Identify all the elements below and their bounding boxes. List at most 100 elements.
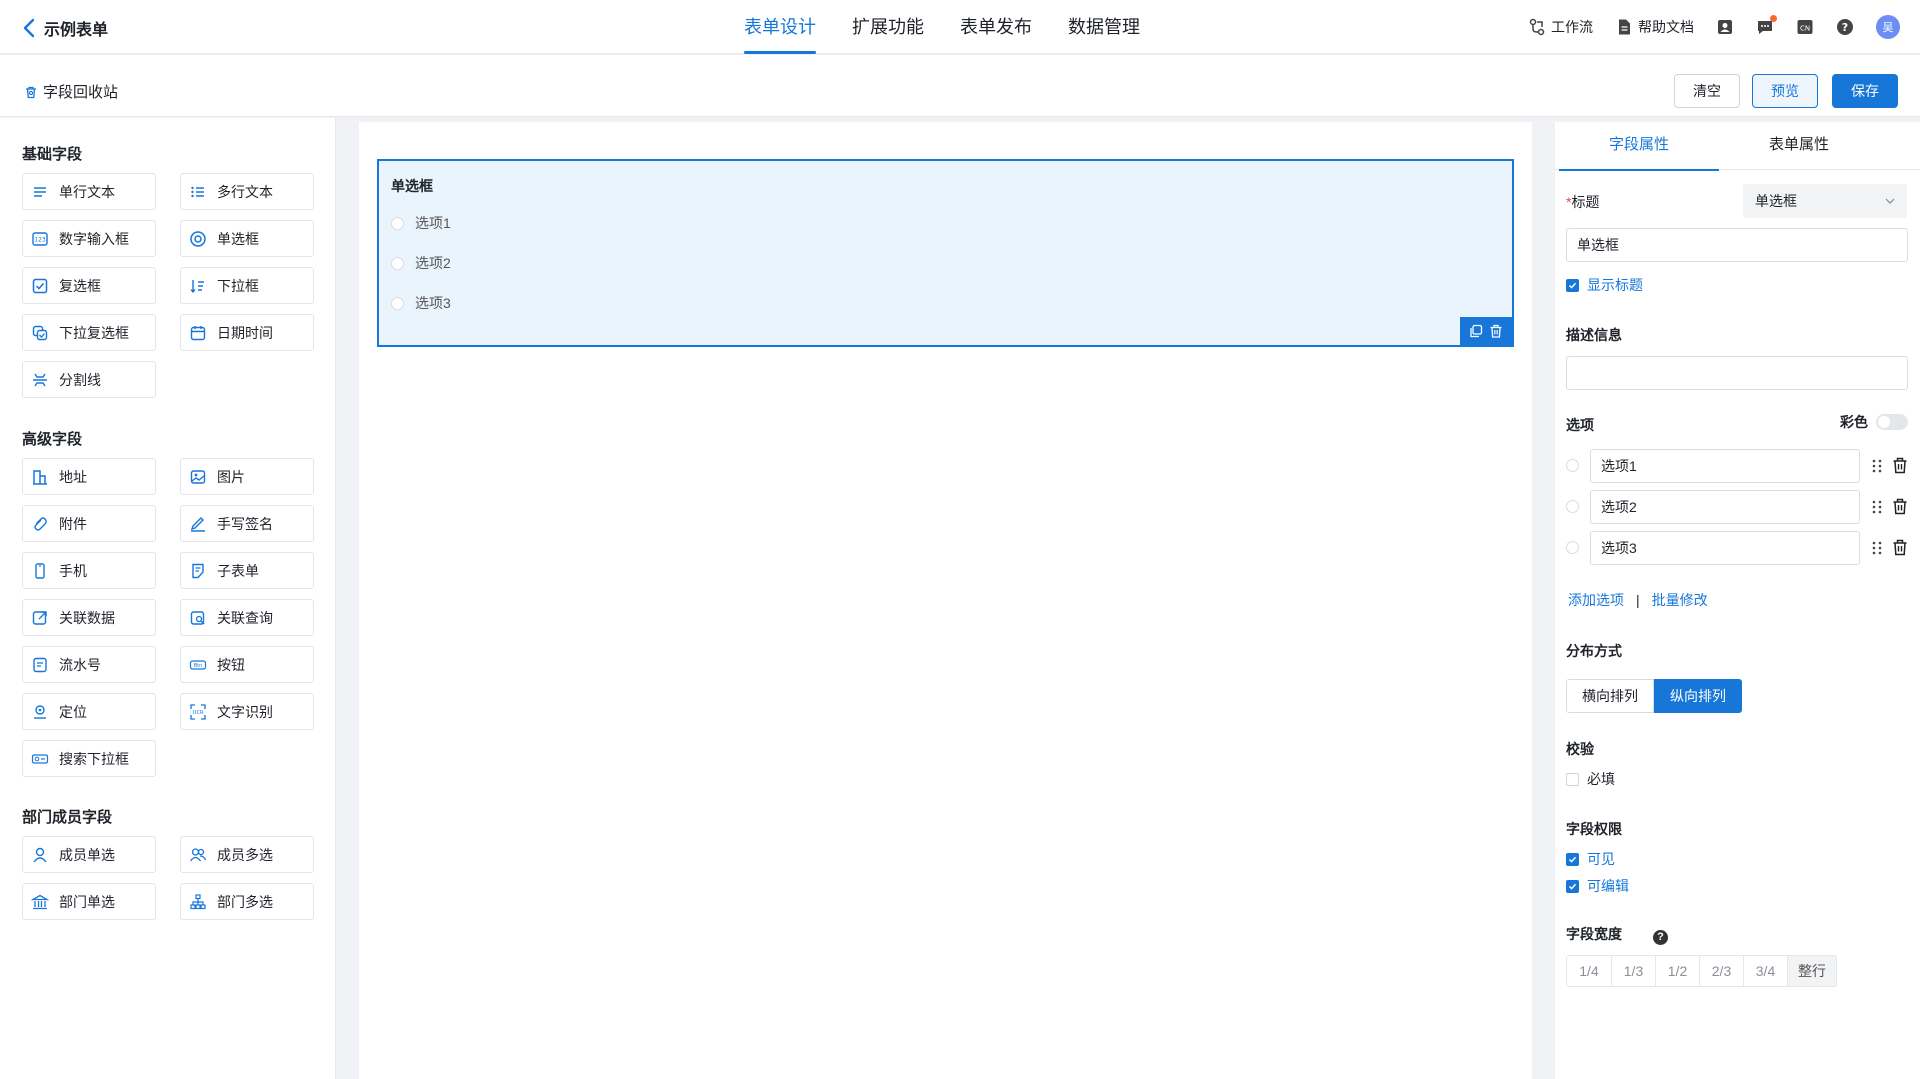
field-member-single[interactable]: 成员单选 <box>22 836 156 873</box>
field-recycle-bin[interactable]: 字段回收站 <box>24 81 118 102</box>
field-dropdown[interactable]: 下拉框 <box>180 267 314 304</box>
field-type-select[interactable]: 单选框 <box>1743 184 1907 218</box>
form-canvas[interactable]: 单选框 选项1 选项2 选项3 <box>359 122 1585 1079</box>
field-address[interactable]: 地址 <box>22 458 156 495</box>
radio-option-label: 选项2 <box>415 255 451 271</box>
back-button[interactable]: 示例表单 <box>22 16 108 40</box>
required-checkbox[interactable]: 必填 <box>1566 769 1615 789</box>
selected-radio-field[interactable]: 单选框 选项1 选项2 选项3 <box>377 159 1514 347</box>
option-input[interactable]: 选项3 <box>1590 531 1860 565</box>
field-attachment[interactable]: 附件 <box>22 505 156 542</box>
field-department-multi[interactable]: 部门多选 <box>180 883 314 920</box>
field-radio[interactable]: 单选框 <box>180 220 314 257</box>
check-icon <box>1568 856 1577 863</box>
field-label: 手机 <box>59 562 87 579</box>
show-title-checkbox[interactable]: 显示标题 <box>1566 275 1643 295</box>
delete-icon[interactable] <box>1489 324 1503 338</box>
field-location[interactable]: 定位 <box>22 693 156 730</box>
preview-button[interactable]: 预览 <box>1752 74 1818 108</box>
user-avatar[interactable]: 吴 <box>1876 15 1900 39</box>
check-icon <box>1568 282 1577 289</box>
drag-handle-icon[interactable] <box>1871 540 1883 556</box>
field-date-time[interactable]: 日期时间 <box>180 314 314 351</box>
title-input[interactable]: 单选框 <box>1566 228 1908 262</box>
radio-option-label: 选项1 <box>415 215 451 231</box>
radio-option[interactable]: 选项1 <box>391 213 451 233</box>
option-default-radio[interactable] <box>1566 500 1579 513</box>
field-serial-number[interactable]: 流水号 <box>22 646 156 683</box>
contacts-icon[interactable] <box>1716 18 1734 36</box>
option-input[interactable]: 选项2 <box>1590 490 1860 524</box>
field-linked-data[interactable]: 关联数据 <box>22 599 156 636</box>
tab-form-publish[interactable]: 表单发布 <box>960 0 1032 54</box>
field-subform[interactable]: 子表单 <box>180 552 314 589</box>
multi-line-text-icon <box>191 186 204 197</box>
save-button[interactable]: 保存 <box>1832 74 1898 108</box>
required-label: 必填 <box>1587 771 1615 787</box>
trash-icon[interactable] <box>1892 498 1908 515</box>
link-data-icon <box>32 610 47 625</box>
field-checkbox[interactable]: 复选框 <box>22 267 156 304</box>
field-search-dropdown[interactable]: 搜索下拉框 <box>22 740 156 777</box>
description-input[interactable] <box>1566 356 1908 390</box>
field-number-input[interactable]: 123 数字输入框 <box>22 220 156 257</box>
field-image[interactable]: 图片 <box>180 458 314 495</box>
clear-button[interactable]: 清空 <box>1674 74 1740 108</box>
width-three-quarters-button[interactable]: 3/4 <box>1743 955 1788 987</box>
dropdown-icon <box>190 279 204 293</box>
tab-form-properties[interactable]: 表单属性 <box>1719 122 1879 170</box>
trash-icon[interactable] <box>1892 457 1908 474</box>
radio-option[interactable]: 选项2 <box>391 253 451 273</box>
help-icon[interactable]: ? <box>1653 930 1668 945</box>
layout-horizontal-button[interactable]: 横向排列 <box>1566 679 1654 713</box>
field-multi-line-text[interactable]: 多行文本 <box>180 173 314 210</box>
drag-handle-icon[interactable] <box>1871 458 1883 474</box>
help-docs-link[interactable]: 帮助文档 <box>1615 17 1694 37</box>
field-department-single[interactable]: 部门单选 <box>22 883 156 920</box>
copy-icon[interactable] <box>1469 324 1483 338</box>
check-icon <box>1568 883 1577 890</box>
visible-checkbox[interactable]: 可见 <box>1566 849 1615 869</box>
option-default-radio[interactable] <box>1566 541 1579 554</box>
width-two-thirds-button[interactable]: 2/3 <box>1699 955 1744 987</box>
field-phone[interactable]: 手机 <box>22 552 156 589</box>
option-input[interactable]: 选项1 <box>1590 449 1860 483</box>
field-linked-query[interactable]: 关联查询 <box>180 599 314 636</box>
field-label: 多行文本 <box>217 183 273 200</box>
layout-vertical-button[interactable]: 纵向排列 <box>1654 679 1742 713</box>
svg-text:Btn: Btn <box>194 663 203 669</box>
field-button[interactable]: Btn 按钮 <box>180 646 314 683</box>
trash-icon[interactable] <box>1892 539 1908 556</box>
tab-form-design[interactable]: 表单设计 <box>744 0 816 54</box>
width-quarter-button[interactable]: 1/4 <box>1566 955 1612 987</box>
drag-handle-icon[interactable] <box>1871 499 1883 515</box>
field-member-multi[interactable]: 成员多选 <box>180 836 314 873</box>
width-third-button[interactable]: 1/3 <box>1611 955 1656 987</box>
title-label-text: 标题 <box>1571 194 1600 210</box>
radio-option[interactable]: 选项3 <box>391 293 451 313</box>
field-multi-dropdown[interactable]: 下拉复选框 <box>22 314 156 351</box>
field-label: 分割线 <box>59 371 101 388</box>
field-single-line-text[interactable]: 单行文本 <box>22 173 156 210</box>
width-half-button[interactable]: 1/2 <box>1655 955 1700 987</box>
tab-field-properties[interactable]: 字段属性 <box>1559 122 1719 171</box>
field-signature[interactable]: 手写签名 <box>180 505 314 542</box>
help-icon[interactable]: ? <box>1836 18 1854 36</box>
svg-text:OCR: OCR <box>193 710 204 716</box>
messages-button[interactable] <box>1756 15 1777 36</box>
tab-data-management[interactable]: 数据管理 <box>1068 0 1140 54</box>
field-label: 部门单选 <box>59 893 115 910</box>
option-default-radio[interactable] <box>1566 459 1579 472</box>
color-switch[interactable] <box>1876 414 1908 430</box>
add-option-link[interactable]: 添加选项 <box>1568 590 1624 610</box>
editable-checkbox[interactable]: 可编辑 <box>1566 876 1629 896</box>
field-divider[interactable]: 分割线 <box>22 361 156 398</box>
checkbox-checked <box>1566 278 1579 292</box>
field-ocr[interactable]: OCR 文字识别 <box>180 693 314 730</box>
tab-extensions[interactable]: 扩展功能 <box>852 0 924 54</box>
workflow-link[interactable]: 工作流 <box>1528 17 1593 37</box>
language-icon[interactable]: CN <box>1796 18 1814 36</box>
width-full-row-button[interactable]: 整行 <box>1787 955 1837 987</box>
field-label: 流水号 <box>59 656 101 673</box>
batch-edit-link[interactable]: 批量修改 <box>1652 590 1708 610</box>
